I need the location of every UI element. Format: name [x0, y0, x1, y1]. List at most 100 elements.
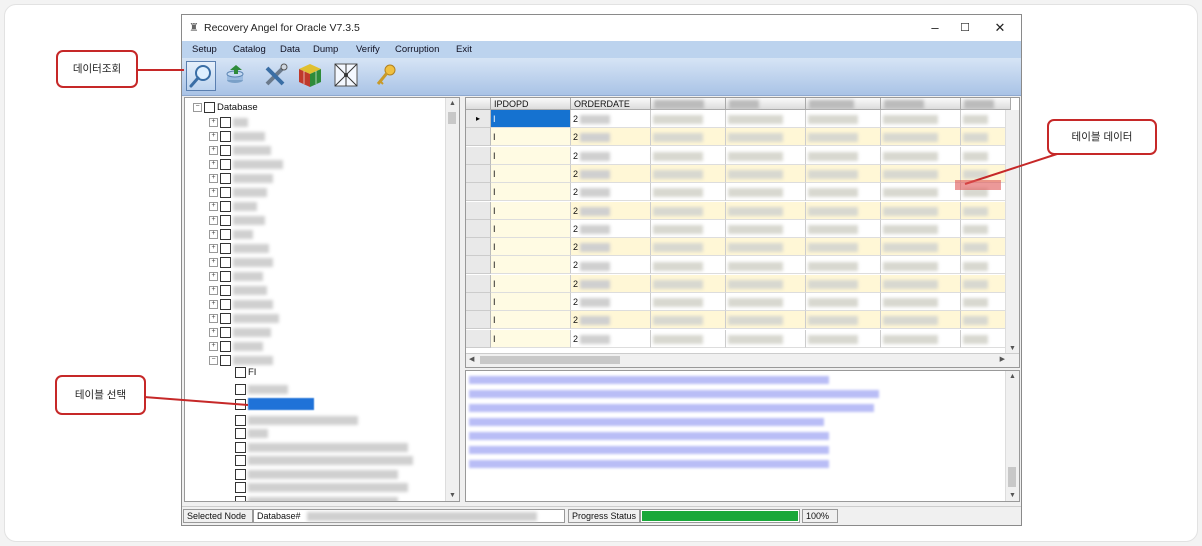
table-cell[interactable] — [806, 146, 881, 165]
table-cell[interactable] — [961, 219, 1011, 238]
checkbox[interactable] — [235, 428, 246, 440]
checkbox[interactable] — [220, 256, 231, 268]
row-header[interactable] — [466, 201, 491, 220]
column-header-orderdate[interactable]: ORDERDATE — [571, 98, 651, 110]
checkbox[interactable] — [235, 414, 246, 426]
menu-exit[interactable]: Exit — [456, 44, 472, 55]
tree-scrollbar[interactable]: ▲ ▼ — [445, 98, 459, 501]
collapse-icon[interactable]: − — [193, 102, 202, 112]
tree-node[interactable]: + — [209, 256, 273, 270]
tree-node[interactable]: + — [209, 326, 271, 340]
checkbox[interactable] — [220, 228, 231, 240]
key-button[interactable] — [372, 61, 402, 91]
table-cell[interactable] — [726, 293, 806, 311]
table-row[interactable]: I2 — [466, 274, 1011, 293]
table-cell[interactable] — [961, 256, 1011, 275]
checkbox[interactable] — [220, 172, 231, 184]
tree-node[interactable]: + — [209, 130, 265, 144]
minimize-button[interactable]: – — [920, 19, 950, 37]
scroll-thumb[interactable] — [1008, 467, 1016, 487]
table-cell[interactable] — [726, 256, 806, 275]
table-row[interactable]: I2 — [466, 293, 1011, 311]
checkbox[interactable] — [220, 200, 231, 212]
table-cell[interactable] — [961, 128, 1011, 147]
table-cell[interactable] — [806, 164, 881, 183]
table-row[interactable]: I2 — [466, 146, 1011, 165]
tree-node[interactable]: + — [209, 158, 283, 172]
table-cell[interactable] — [881, 329, 961, 348]
export-button[interactable] — [222, 61, 252, 91]
table-cell[interactable] — [806, 183, 881, 202]
table-cell[interactable] — [961, 293, 1011, 311]
table-cell[interactable] — [726, 274, 806, 293]
table-cell[interactable] — [881, 110, 961, 128]
expand-icon[interactable]: + — [209, 313, 218, 323]
grid-horizontal-scrollbar[interactable]: ◀ ▶ — [466, 353, 1019, 367]
table-cell[interactable] — [881, 274, 961, 293]
table-cell[interactable] — [726, 110, 806, 128]
table-row[interactable]: I2 — [466, 183, 1011, 202]
expand-icon[interactable]: + — [209, 117, 218, 127]
table-cell[interactable] — [651, 183, 726, 202]
table-cell[interactable]: 2 — [571, 201, 651, 220]
tree-node[interactable]: + — [209, 214, 265, 228]
table-cell[interactable]: 2 — [571, 164, 651, 183]
tree-item[interactable] — [235, 495, 398, 501]
expand-icon[interactable]: + — [209, 327, 218, 337]
tree-node[interactable]: + — [209, 312, 279, 326]
table-cell[interactable]: I — [491, 293, 571, 311]
table-cell[interactable] — [726, 128, 806, 147]
table-cell[interactable]: I — [491, 329, 571, 348]
checkbox[interactable] — [235, 441, 246, 453]
expand-icon[interactable]: + — [209, 201, 218, 211]
tree-node[interactable]: + — [209, 298, 273, 312]
checkbox[interactable] — [220, 186, 231, 198]
checkbox[interactable] — [220, 242, 231, 254]
tree-node[interactable]: + — [209, 284, 267, 298]
log-scrollbar[interactable]: ▲ ▼ — [1005, 371, 1019, 501]
table-cell[interactable] — [651, 311, 726, 330]
table-cell[interactable] — [651, 110, 726, 128]
table-cell[interactable]: 2 — [571, 219, 651, 238]
expand-icon[interactable]: − — [209, 355, 218, 365]
tree-node[interactable]: + — [209, 340, 263, 354]
row-header[interactable] — [466, 238, 491, 257]
tree-root[interactable]: − Database — [193, 101, 258, 115]
table-row[interactable]: I2 — [466, 201, 1011, 220]
row-header[interactable] — [466, 146, 491, 165]
row-header[interactable] — [466, 256, 491, 275]
table-cell[interactable] — [961, 329, 1011, 348]
column-header[interactable] — [651, 98, 726, 110]
close-button[interactable]: ✕ — [985, 19, 1015, 37]
checkbox[interactable] — [235, 495, 246, 501]
table-cell[interactable] — [726, 329, 806, 348]
table-cell[interactable]: I — [491, 164, 571, 183]
table-cell[interactable] — [726, 164, 806, 183]
table-cell[interactable] — [961, 201, 1011, 220]
table-row[interactable]: ▸ I 2 — [466, 110, 1011, 128]
column-header[interactable] — [961, 98, 1011, 110]
checkbox[interactable] — [235, 468, 246, 480]
table-cell[interactable]: I — [491, 311, 571, 330]
expand-icon[interactable]: + — [209, 215, 218, 225]
tree-node[interactable]: + — [209, 186, 267, 200]
table-cell[interactable] — [726, 146, 806, 165]
table-cell[interactable]: 2 — [571, 146, 651, 165]
row-header[interactable] — [466, 219, 491, 238]
table-cell[interactable] — [806, 329, 881, 348]
table-cell[interactable] — [881, 183, 961, 202]
table-cell[interactable] — [806, 293, 881, 311]
table-cell[interactable]: 2 — [571, 329, 651, 348]
checkbox[interactable] — [220, 214, 231, 226]
column-header-ipdopd[interactable]: IPDOPD — [491, 98, 571, 110]
table-cell[interactable] — [726, 238, 806, 257]
tree-item[interactable] — [235, 455, 413, 469]
tree-node[interactable]: + — [209, 228, 253, 242]
checkbox[interactable] — [220, 340, 231, 352]
menu-data[interactable]: Data — [280, 44, 300, 55]
table-cell[interactable] — [961, 311, 1011, 330]
table-cell[interactable] — [881, 293, 961, 311]
expand-icon[interactable]: + — [209, 299, 218, 309]
table-cell[interactable] — [651, 146, 726, 165]
table-row[interactable]: I2 — [466, 128, 1011, 147]
